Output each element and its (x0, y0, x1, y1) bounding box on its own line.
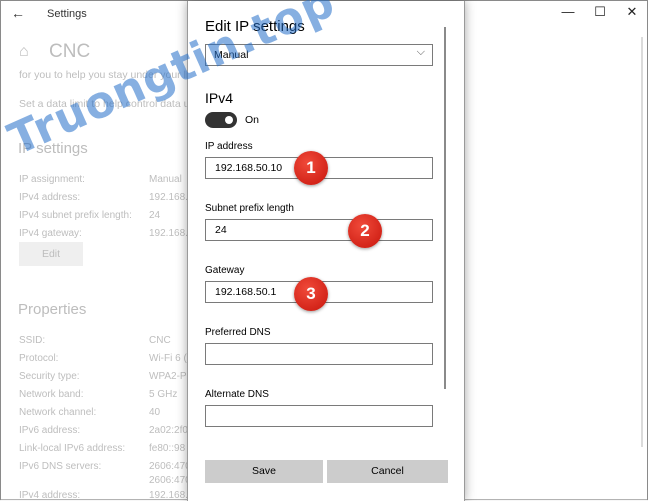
chevron-down-icon: ⌵ (416, 46, 425, 58)
step-badge-2: 2 (348, 214, 382, 248)
subnet-prefix-input[interactable]: 24 (205, 219, 433, 241)
toggle-knob (225, 116, 233, 124)
back-arrow-icon[interactable]: ← (11, 5, 29, 23)
minimize-button[interactable]: — (553, 4, 583, 24)
step-badge-1: 1 (294, 151, 328, 185)
ip-address-label: IP address (205, 141, 253, 152)
step-badge-3: 3 (294, 277, 328, 311)
dialog-title: Edit IP settings (205, 18, 305, 35)
preferred-dns-input[interactable] (205, 343, 433, 365)
gateway-label: Gateway (205, 265, 245, 276)
save-button[interactable]: Save (205, 460, 323, 483)
preferred-dns-label: Preferred DNS (205, 327, 271, 338)
ip-mode-value: Manual (214, 49, 249, 61)
window-title: Settings (47, 8, 87, 20)
ipv4-toggle[interactable] (205, 112, 237, 128)
subnet-prefix-label: Subnet prefix length (205, 203, 294, 214)
ip-mode-dropdown[interactable]: Manual ⌵ (205, 44, 433, 66)
ipv4-toggle-label: On (245, 114, 260, 126)
alternate-dns-input[interactable] (205, 405, 433, 427)
settings-window: ← Settings — ☐ ✕ ⌂ CNC for you to help y… (0, 0, 648, 501)
close-button[interactable]: ✕ (617, 4, 647, 24)
edit-ip-settings-dialog: Edit IP settings Manual ⌵ IPv4 On IP add… (187, 1, 465, 501)
dialog-scrollbar[interactable] (444, 27, 446, 389)
maximize-button[interactable]: ☐ (585, 4, 615, 24)
ipv4-heading: IPv4 (205, 90, 234, 106)
cancel-button[interactable]: Cancel (327, 460, 448, 483)
alternate-dns-label: Alternate DNS (205, 389, 269, 400)
